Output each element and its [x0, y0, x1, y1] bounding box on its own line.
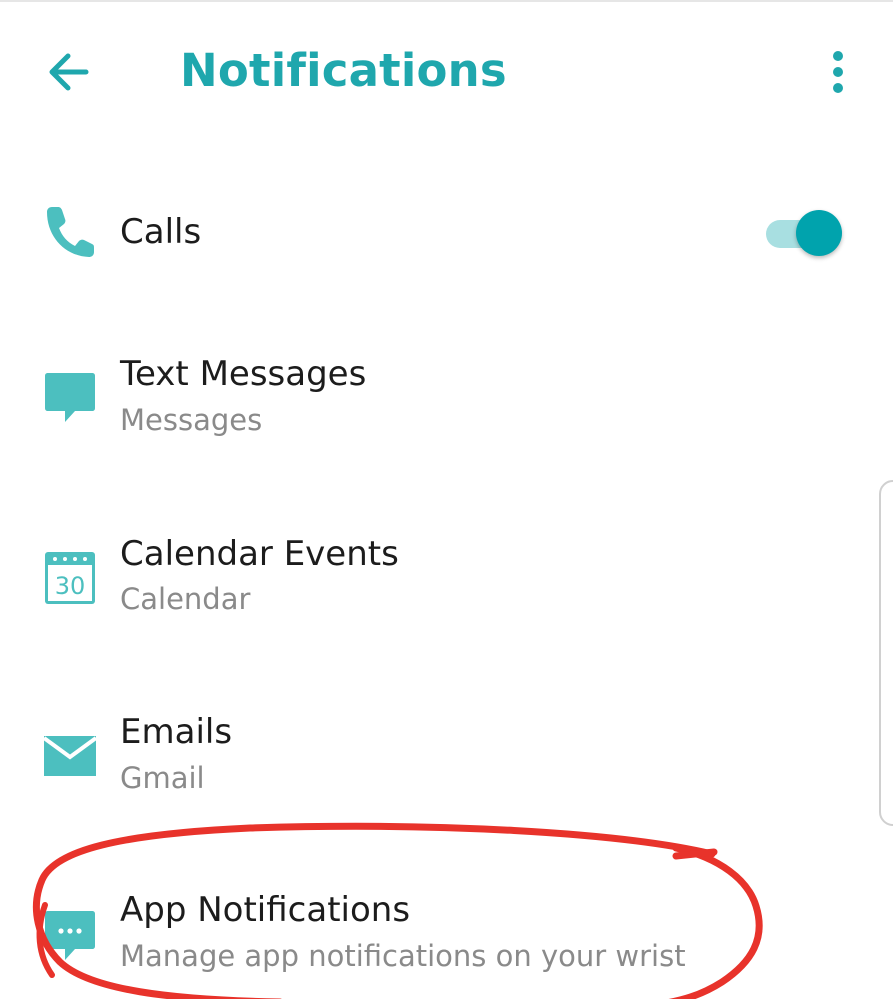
more-vert-icon — [833, 51, 843, 93]
emails-subtitle: Gmail — [120, 761, 205, 795]
arrow-left-icon — [49, 53, 89, 91]
text-messages-subtitle: Messages — [120, 403, 263, 437]
list-item-emails[interactable]: Emails Gmail — [0, 700, 893, 820]
row-icon — [40, 368, 100, 428]
calendar-icon-day: 30 — [55, 572, 86, 600]
list-item-calls[interactable]: Calls — [0, 180, 893, 290]
calendar-icon: 30 — [45, 552, 95, 604]
notifications-screen: Notifications Calls Text Messages Messag… — [0, 0, 893, 999]
list-item-app-notifications[interactable]: App Notifications Manage app notificatio… — [0, 880, 893, 999]
mail-icon — [43, 736, 97, 776]
message-icon — [45, 373, 95, 422]
more-options-button[interactable] — [816, 44, 860, 100]
annotation-circle — [32, 822, 763, 999]
page-title: Notifications — [180, 44, 507, 97]
toggle-thumb — [796, 210, 842, 256]
status-divider — [0, 0, 893, 2]
text-messages-label: Text Messages — [120, 354, 367, 394]
calendar-events-subtitle: Calendar — [120, 582, 251, 616]
app-notifications-label: App Notifications — [120, 890, 411, 930]
edge-panel-handle[interactable] — [879, 480, 893, 826]
calls-toggle[interactable] — [762, 206, 848, 262]
phone-icon — [47, 207, 94, 257]
row-icon — [40, 726, 100, 786]
app-notifications-subtitle: Manage app notifications on your wrist — [120, 939, 686, 973]
row-icon — [40, 906, 100, 966]
list-item-calendar-events[interactable]: 30 Calendar Events Calendar — [0, 520, 893, 640]
emails-label: Emails — [120, 712, 233, 752]
row-icon — [40, 202, 100, 262]
list-item-text-messages[interactable]: Text Messages Messages — [0, 340, 893, 460]
back-button[interactable] — [36, 42, 100, 102]
row-icon: 30 — [40, 548, 100, 608]
chat-dots-icon — [45, 911, 95, 960]
calls-label: Calls — [120, 212, 202, 252]
calendar-events-label: Calendar Events — [120, 534, 399, 574]
